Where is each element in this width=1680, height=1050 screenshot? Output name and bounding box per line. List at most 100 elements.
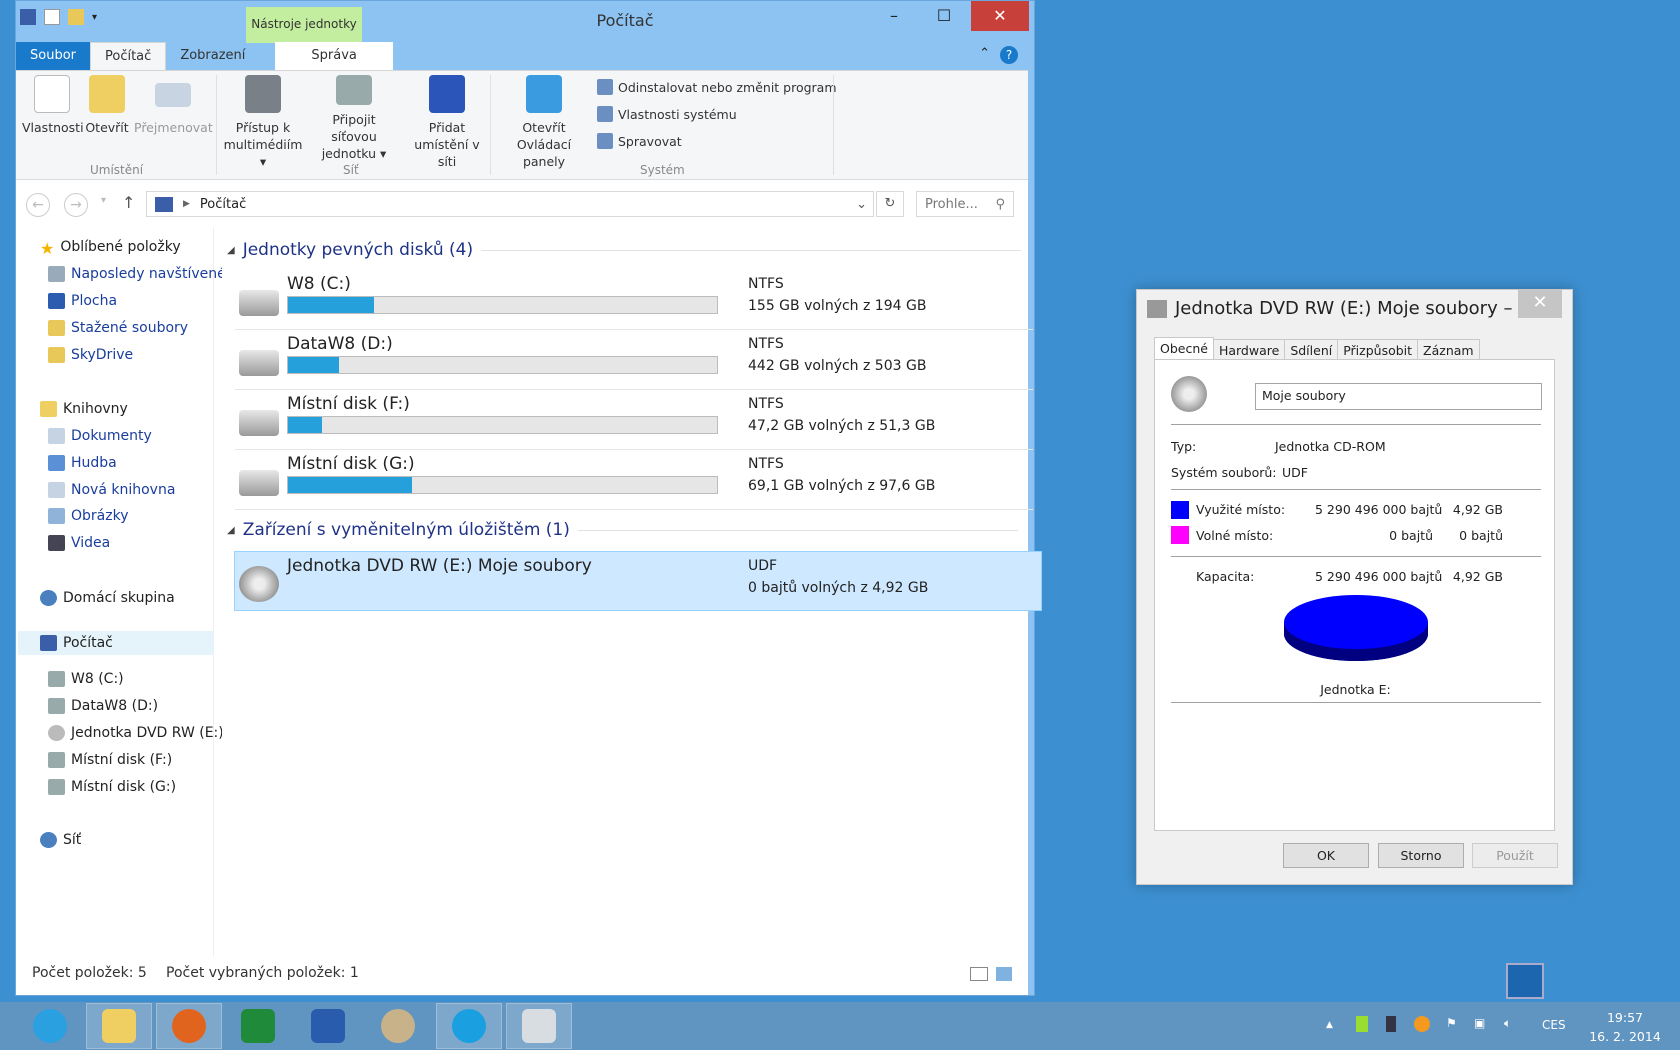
up-arrow-icon[interactable]: ↑ [122,193,135,212]
skydrive-icon [48,347,65,363]
search-input[interactable]: Prohle... ⚲ [916,191,1014,217]
drive-item[interactable]: Místní disk (G:) NTFS 69,1 GB volných z … [235,450,1033,510]
volume-icon[interactable]: 🔈︎ [1504,1016,1511,1031]
label: Připojit síťovou jednotku [321,112,377,161]
drive-item-dvd[interactable]: Jednotka DVD RW (E:) Moje soubory UDF 0 … [234,551,1042,611]
cancel-button[interactable]: Storno [1378,843,1464,868]
taskbar-excel[interactable] [225,1003,291,1049]
nav-videos[interactable]: Videa [48,535,222,551]
nav-skydrive[interactable]: SkyDrive [48,347,222,363]
uninstall-program-button[interactable]: Odinstalovat nebo změnit program [597,79,837,95]
media-access-button[interactable]: Přístup k multimédiím ▾ [220,71,306,170]
apply-button[interactable]: Použít [1472,843,1558,868]
drive-item[interactable]: DataW8 (D:) NTFS 442 GB volných z 503 GB [235,330,1033,390]
collapse-icon[interactable]: ◢ [227,525,235,536]
label: Počítač [63,635,113,651]
minimize-button[interactable]: – [871,1,917,31]
group-label-network: Síť [343,163,359,177]
divider [1171,702,1541,703]
drive-label-input[interactable]: Moje soubory [1255,383,1542,410]
close-button[interactable]: ✕ [1518,290,1562,318]
taskbar-resource-monitor[interactable] [506,1003,572,1049]
nav-libraries[interactable]: Knihovny [40,401,214,417]
back-button[interactable]: ← [26,193,50,217]
network-icon[interactable]: ▣ [1474,1016,1485,1030]
group-header-hard-drives[interactable]: ◢ Jednotky pevných disků (4) [227,240,1022,260]
capacity-bytes: 5 290 496 000 bajtů [1315,569,1443,584]
divider [1171,489,1541,490]
clock[interactable]: 19:57 16. 2. 2014 [1580,1008,1670,1046]
nav-computer[interactable]: Počítač [18,631,214,655]
label: Vlastnosti [22,120,84,135]
action-center-flag-icon[interactable]: ⚑ [1446,1016,1457,1030]
nav-desktop[interactable]: Plocha [48,293,222,309]
details-view-icon[interactable] [970,967,988,981]
nav-music[interactable]: Hudba [48,455,222,471]
taskbar-firefox[interactable] [156,1003,222,1049]
title-text: Jednotka DVD RW (E:) Moje soubory – vl..… [1175,298,1551,319]
tab-manage[interactable]: Správa [275,42,393,70]
tab-view[interactable]: Zobrazení [166,42,259,70]
taskbar-internet-explorer[interactable] [17,1003,83,1049]
nav-pictures[interactable]: Obrázky [48,508,222,524]
drive-item[interactable]: W8 (C:) NTFS 155 GB volných z 194 GB [235,270,1033,330]
status-bar: Počet položek: 5 Počet vybraných položek… [16,959,1028,989]
breadcrumb[interactable]: Počítač [200,197,246,212]
nav-homegroup[interactable]: Domácí skupina [40,590,214,606]
taskbar-paint[interactable] [365,1003,431,1049]
desktop-notification-icon[interactable] [1506,963,1544,999]
nav-drive-g[interactable]: Místní disk (G:) [48,779,222,795]
add-network-location-button[interactable]: Přidat umístění v síti [404,71,490,170]
large-icons-view-icon[interactable] [996,967,1012,981]
nav-drive-c[interactable]: W8 (C:) [48,671,222,687]
nav-drive-f[interactable]: Místní disk (F:) [48,752,222,768]
address-bar[interactable]: ▶ Počítač ⌄ [146,191,874,217]
map-network-drive-button[interactable]: Připojit síťovou jednotku ▾ [308,71,400,162]
word-icon [311,1009,345,1043]
label: Otevřít [85,120,129,135]
hard-drive-icon [239,470,279,496]
forward-button[interactable]: → [64,193,88,217]
ok-button[interactable]: OK [1283,843,1369,868]
group-header-removable[interactable]: ◢ Zařízení s vyměnitelným úložištěm (1) [227,520,1018,540]
rename-button[interactable]: Přejmenovat [134,71,213,136]
open-control-panel-button[interactable]: Otevřít Ovládací panely [494,71,594,170]
collapse-icon[interactable]: ◢ [227,245,235,256]
date: 16. 2. 2014 [1589,1029,1661,1044]
tray-device-icon[interactable] [1386,1016,1396,1032]
tab-computer[interactable]: Počítač [90,42,167,70]
properties-button[interactable]: Vlastnosti [22,71,84,136]
show-hidden-icons[interactable]: ▲ [1326,1020,1333,1030]
drive-usage-fill [288,417,323,433]
drive-usage-bar [287,416,718,434]
nav-network[interactable]: Síť [40,832,214,848]
nav-recent[interactable]: Naposledy navštívené [48,266,222,282]
drive-item[interactable]: Místní disk (F:) NTFS 47,2 GB volných z … [235,390,1033,450]
language-indicator[interactable]: CES [1542,1018,1566,1032]
nav-new-library[interactable]: Nová knihovna [48,482,222,498]
address-dropdown-icon[interactable]: ⌄ [856,197,867,212]
nav-favorites[interactable]: ★ Oblíbené položky [40,239,214,255]
drive-usage-bar [287,296,718,314]
tray-app-icon[interactable] [1356,1016,1368,1032]
nav-documents[interactable]: Dokumenty [48,428,222,444]
close-button[interactable]: ✕ [971,1,1029,31]
open-button[interactable]: Otevřít [84,71,130,136]
manage-button[interactable]: Spravovat [597,133,682,149]
maximize-button[interactable]: ☐ [921,1,967,31]
system-properties-button[interactable]: Vlastnosti systému [597,106,737,122]
taskbar-file-explorer[interactable] [86,1003,152,1049]
tab-file[interactable]: Soubor [16,42,90,70]
collapse-ribbon-icon[interactable]: ⌃ [979,46,990,66]
tray-avast-icon[interactable] [1414,1016,1430,1032]
refresh-button[interactable]: ↻ [876,191,904,217]
nav-downloads[interactable]: Stažené soubory [48,320,222,336]
help-icon[interactable]: ? [1000,46,1018,64]
nav-drive-d[interactable]: DataW8 (D:) [48,698,222,714]
label: Naposledy navštívené [71,266,222,282]
nav-drive-e[interactable]: Jednotka DVD RW (E:) [48,725,222,741]
taskbar-skype[interactable] [436,1003,502,1049]
recent-locations-icon[interactable]: ▾ [101,195,106,206]
drive-free-space: 69,1 GB volných z 97,6 GB [748,478,936,494]
taskbar-word[interactable] [295,1003,361,1049]
